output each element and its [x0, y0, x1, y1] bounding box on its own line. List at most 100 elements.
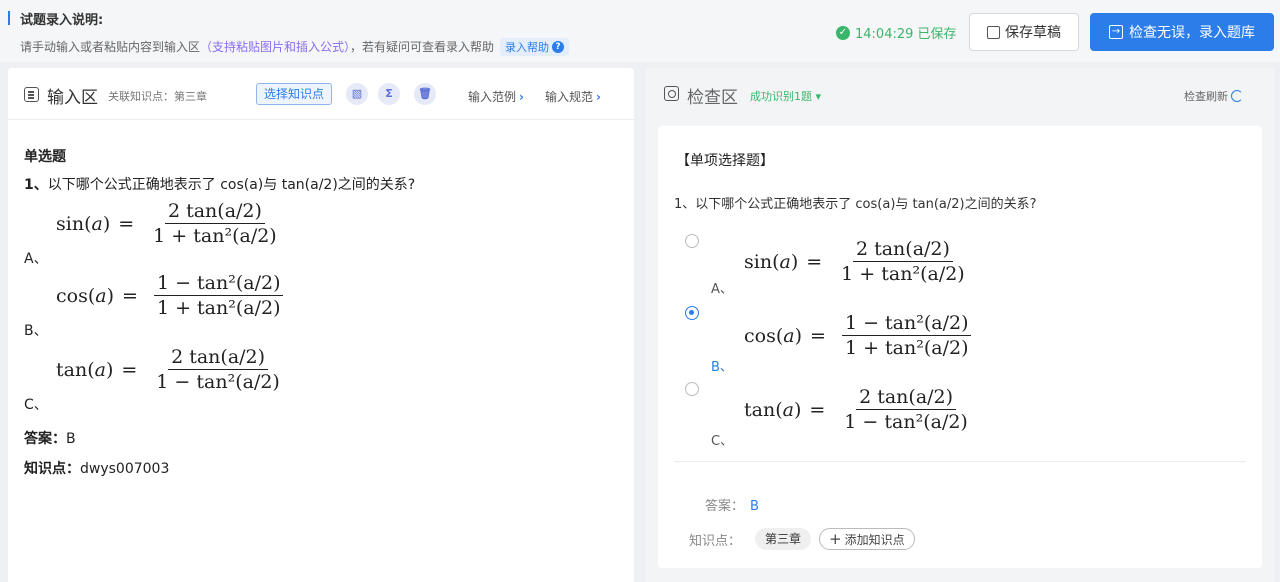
preview-option-b-label: B、 [711, 360, 733, 375]
answer-line: 答案：B [24, 428, 76, 448]
formula-lhs-fn: sin [744, 250, 773, 273]
input-rule-link[interactable]: 输入规范 › [545, 88, 601, 105]
input-panel-title: 输入区 [47, 88, 98, 108]
recognized-count-dropdown[interactable]: 成功识别1题 ▾ [750, 88, 821, 104]
formula-denominator: 1 + tan²(a/2) [844, 337, 969, 359]
option-b-radio[interactable] [685, 306, 699, 320]
instructions-suffix: ，若有疑问可查看录入帮助 [350, 40, 495, 54]
help-question-icon: ? [552, 41, 565, 53]
login-arrow-icon: → [1109, 25, 1123, 39]
input-example-link[interactable]: 输入范例 › [468, 88, 524, 105]
input-panel-header: 输入区 关联知识点：第三章 选择知识点 ▧ Σ 🗑 输入范例 › 输入规范 › [8, 68, 634, 120]
stem-text: 以下哪个公式正确地表示了 cos(a)与 tan(a/2)之间的关系? [47, 177, 416, 193]
option-a-formula: sin(a) = 2 tan(a/2) 1 + tan²(a/2) [56, 200, 280, 247]
submit-label: 检查无误，录入题库 [1129, 25, 1255, 41]
preview-option-c-label: C、 [711, 434, 734, 449]
input-rule-label: 输入规范 [545, 90, 594, 104]
refresh-icon [1231, 90, 1243, 102]
kp-value: dwys007003 [80, 461, 170, 477]
formula-numerator: 2 tan(a/2) [856, 386, 957, 410]
instructions-title: 试题录入说明: [20, 13, 104, 28]
preview-answer: 答案： B [705, 495, 759, 514]
formula-lhs-fn: sin [56, 212, 85, 235]
preview-option-a-label: A、 [711, 282, 733, 297]
refresh-check-button[interactable]: 检查刷新 [1184, 88, 1243, 104]
knowledge-point-chip[interactable]: 第三章 [755, 528, 812, 550]
preview-option-c-formula: tan(a) = 2 tan(a/2) 1 − tan²(a/2) [744, 386, 971, 433]
preview-knowledge-points: 知识点： 第三章 + 添加知识点 [689, 528, 915, 550]
formula-denominator: 1 + tan²(a/2) [156, 297, 281, 319]
formula-numerator: 2 tan(a/2) [168, 346, 269, 370]
formula-numerator: 2 tan(a/2) [164, 200, 265, 224]
check-panel: 检查区 成功识别1题 ▾ 检查刷新 【单项选择题】 1、以下哪个公式正确地表示了… [646, 68, 1274, 582]
top-bar: 试题录入说明: 请手动输入或者粘贴内容到输入区（支持粘贴图片和插入公式），若有疑… [0, 0, 1280, 62]
check-circle-icon: ✓ [836, 25, 850, 40]
option-a-radio[interactable] [685, 234, 699, 248]
recognized-count-text: 成功识别1题 [750, 90, 812, 103]
question-preview-card: 【单项选择题】 1、以下哪个公式正确地表示了 cos(a)与 tan(a/2)之… [658, 126, 1262, 568]
select-knowledge-point-button[interactable]: 选择知识点 [256, 83, 332, 105]
check-panel-header: 检查区 成功识别1题 ▾ 检查刷新 [646, 68, 1274, 120]
formula-numerator: 1 − tan²(a/2) [153, 272, 284, 296]
stem-index: 1、 [24, 177, 48, 193]
preview-stem-index: 1、 [674, 197, 696, 212]
insert-image-icon[interactable]: ▧ [346, 83, 368, 105]
option-c-label: C、 [24, 397, 48, 413]
input-area-icon [24, 87, 39, 102]
formula-fraction: 2 tan(a/2) 1 − tan²(a/2) [153, 346, 283, 393]
preview-question-stem: 1、以下哪个公式正确地表示了 cos(a)与 tan(a/2)之间的关系? [674, 193, 1037, 212]
preview-option-b-formula: cos(a) = 1 − tan²(a/2) 1 + tan²(a/2) [744, 312, 972, 359]
chevron-right-icon: › [596, 90, 601, 104]
input-panel: 输入区 关联知识点：第三章 选择知识点 ▧ Σ 🗑 输入范例 › 输入规范 › 单选… [8, 68, 634, 582]
save-status-text: 14:04:29 已保存 [855, 27, 957, 42]
check-area-icon [664, 86, 679, 101]
formula-fraction: 1 − tan²(a/2) 1 + tan²(a/2) [841, 312, 972, 359]
preview-option-a-formula: sin(a) = 2 tan(a/2) 1 + tan²(a/2) [744, 238, 968, 285]
option-a-label: A、 [24, 251, 48, 267]
add-knowledge-point-button[interactable]: + 添加知识点 [819, 528, 915, 550]
input-example-label: 输入范例 [468, 90, 517, 104]
insert-formula-icon[interactable]: Σ [378, 83, 400, 105]
formula-lhs-fn: cos [744, 324, 776, 347]
kp-label: 知识点： [24, 461, 80, 477]
save-draft-button[interactable]: 保存草稿 [969, 13, 1079, 51]
formula-fraction: 1 − tan²(a/2) 1 + tan²(a/2) [153, 272, 284, 319]
formula-fraction: 2 tan(a/2) 1 + tan²(a/2) [150, 200, 280, 247]
option-c-radio[interactable] [685, 382, 699, 396]
formula-lhs-fn: tan [56, 358, 88, 381]
instructions-text: 请手动输入或者粘贴内容到输入区（支持粘贴图片和插入公式），若有疑问可查看录入帮助… [20, 38, 570, 56]
question-stem: 1、以下哪个公式正确地表示了 cos(a)与 tan(a/2)之间的关系? [24, 174, 415, 194]
caret-down-icon: ▾ [815, 90, 822, 103]
option-b-label: B、 [24, 323, 48, 339]
help-link[interactable]: 录入帮助? [500, 38, 570, 56]
delete-icon[interactable]: 🗑 [414, 83, 436, 105]
formula-lhs-fn: cos [56, 284, 88, 307]
formula-numerator: 1 − tan²(a/2) [841, 312, 972, 336]
answer-value: B [66, 431, 76, 447]
chevron-right-icon: › [519, 90, 524, 104]
preview-stem-text: 以下哪个公式正确地表示了 cos(a)与 tan(a/2)之间的关系? [695, 197, 1037, 212]
formula-denominator: 1 + tan²(a/2) [841, 263, 965, 285]
submit-to-bank-button[interactable]: → 检查无误，录入题库 [1090, 13, 1274, 51]
formula-fraction: 2 tan(a/2) 1 + tan²(a/2) [838, 238, 968, 285]
formula-denominator: 1 − tan²(a/2) [844, 411, 968, 433]
answer-label: 答案： [24, 431, 66, 447]
plus-icon: + [829, 529, 842, 548]
check-panel-title: 检查区 [687, 88, 738, 108]
related-knowledge-point: 关联知识点：第三章 [108, 90, 207, 103]
formula-fraction: 2 tan(a/2) 1 − tan²(a/2) [841, 386, 971, 433]
instructions-prefix: 请手动输入或者粘贴内容到输入区 [20, 40, 201, 54]
add-kp-label: 添加知识点 [844, 532, 905, 547]
option-c-formula: tan(a) = 2 tan(a/2) 1 − tan²(a/2) [56, 346, 283, 393]
instructions-highlight: （支持粘贴图片和插入公式） [200, 40, 351, 54]
save-status: ✓ 14:04:29 已保存 [836, 23, 957, 42]
save-draft-label: 保存草稿 [1005, 25, 1061, 41]
formula-numerator: 2 tan(a/2) [852, 238, 953, 262]
title-accent-bar [8, 11, 10, 25]
formula-lhs-fn: tan [744, 398, 776, 421]
preview-question-type: 【单项选择题】 [676, 153, 774, 169]
help-link-label: 录入帮助 [505, 41, 550, 54]
preview-kp-label: 知识点： [689, 533, 742, 549]
option-b-formula: cos(a) = 1 − tan²(a/2) 1 + tan²(a/2) [56, 272, 284, 319]
knowledge-point-line: 知识点：dwys007003 [24, 458, 169, 478]
